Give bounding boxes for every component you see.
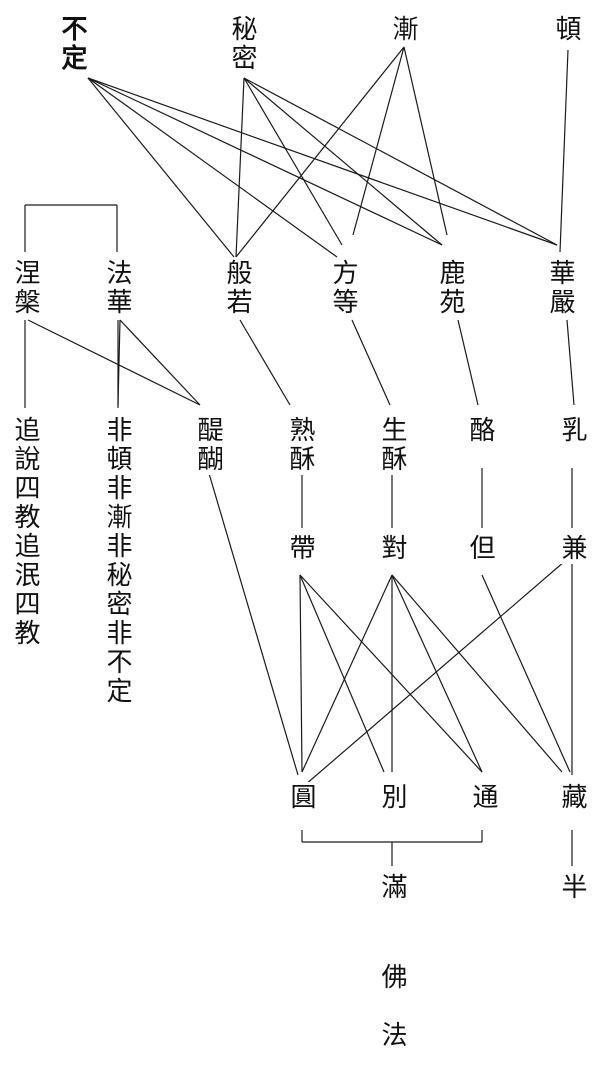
note-fahua: 非頓非漸非秘密非不定: [102, 415, 132, 707]
node-man: 滿: [377, 872, 407, 903]
node-buding: 不定: [57, 14, 87, 74]
connector-line: [235, 46, 405, 258]
node-tong: 通: [468, 782, 498, 813]
node-yuan: 圓: [286, 782, 316, 813]
node-niepan: 涅槃: [10, 258, 40, 318]
connector-lines: [24, 46, 575, 866]
connector-line: [566, 319, 575, 406]
connector-line: [403, 46, 448, 236]
node-mimi: 秘密: [227, 14, 257, 74]
connector-line: [243, 77, 443, 246]
connector-line: [391, 574, 483, 773]
node-zang: 藏: [557, 782, 587, 813]
connector-line: [207, 469, 299, 776]
node-jian2: 兼: [557, 533, 587, 564]
connector-line: [299, 574, 385, 773]
connector-line: [391, 574, 563, 773]
connector-line: [27, 319, 201, 406]
node-jian: 漸: [388, 14, 418, 45]
node-lao: 酪: [465, 415, 495, 446]
node-shusu: 熟酥: [285, 415, 315, 475]
node-fofa: 佛法: [377, 962, 407, 1080]
node-boruo: 般若: [222, 258, 252, 318]
connector-line: [304, 554, 573, 786]
diagram: 不定 秘密 漸 頓 涅槃 法華 般若 方等 鹿苑 華嚴 醍醐 熟酥 生酥 酪 乳…: [0, 0, 604, 1080]
connector-line: [87, 77, 558, 246]
connector-line: [481, 574, 571, 773]
node-ru: 乳: [557, 415, 587, 446]
connector-line: [243, 77, 558, 246]
note-niepan: 追說四教追泯四教: [10, 415, 40, 649]
connector-line: [301, 574, 393, 773]
node-fangdeng: 方等: [328, 258, 358, 318]
node-luyuan: 鹿苑: [435, 258, 465, 318]
node-fahua: 法華: [102, 258, 132, 318]
connector-line: [119, 319, 201, 406]
connector-line: [299, 574, 483, 773]
node-shengsu: 生酥: [377, 415, 407, 475]
node-dui: 對: [377, 533, 407, 564]
node-dai: 帶: [285, 533, 315, 564]
node-dan: 但: [465, 533, 495, 564]
connector-line: [235, 77, 245, 258]
node-huayan: 華嚴: [545, 258, 575, 318]
connector-line: [457, 319, 479, 406]
connector-line: [239, 319, 291, 406]
node-ban: 半: [557, 872, 587, 903]
node-dun: 頓: [551, 14, 581, 45]
connector-line: [243, 77, 343, 246]
connector-line: [299, 574, 303, 773]
node-bie: 別: [377, 782, 407, 813]
node-tihu: 醍醐: [193, 415, 223, 475]
connector-line: [559, 49, 569, 253]
connector-line: [351, 319, 391, 406]
